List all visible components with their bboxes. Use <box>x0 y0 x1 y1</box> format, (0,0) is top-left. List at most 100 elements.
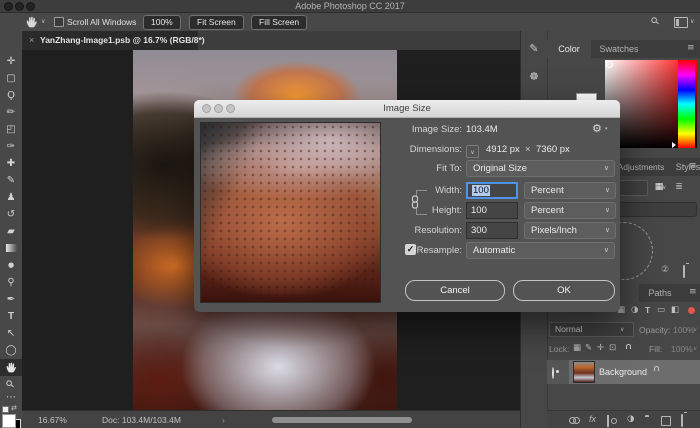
lasso-tool[interactable]: Ϙ <box>0 87 22 104</box>
image-size-preview[interactable] <box>200 122 381 303</box>
type-tool[interactable]: T <box>0 308 22 325</box>
opacity-value[interactable]: 100% <box>673 325 695 335</box>
scroll-all-windows-checkbox[interactable] <box>54 17 64 27</box>
ellipse-tool[interactable]: ◯ <box>0 342 22 359</box>
lock-transparency-icon[interactable]: ▦ <box>573 343 581 353</box>
zoom-100-button[interactable]: 100% <box>143 15 181 30</box>
fill-label: Fill: <box>649 344 662 354</box>
opacity-chevron-icon[interactable]: ∨ <box>693 326 697 333</box>
document-tab-bar: × YanZhang-Image1.psb @ 16.7% (RGB/8*) <box>0 31 520 50</box>
swap-colors-icon[interactable]: ⇄ <box>11 404 17 412</box>
resolution-unit-dropdown[interactable]: Pixels/Inch ∨ <box>524 222 616 239</box>
horizontal-scrollbar-thumb[interactable] <box>272 417 412 423</box>
quick-selection-tool[interactable]: ✏ <box>0 104 22 121</box>
lock-artboard-icon[interactable]: ⊡ <box>609 343 616 353</box>
height-unit-dropdown[interactable]: Percent ∨ <box>524 202 616 219</box>
hand-tool[interactable] <box>0 359 22 376</box>
height-unit-chevron-icon: ∨ <box>605 203 610 218</box>
brush-presets-panel-icon[interactable]: ✎ <box>523 37 545 61</box>
height-input[interactable]: 100 <box>466 202 518 219</box>
library-list-view-button[interactable]: ≣ <box>671 179 687 195</box>
workspace-chevron-icon[interactable]: ∨ <box>690 18 694 25</box>
dimensions-unit-chevron[interactable]: ∨ <box>466 145 479 158</box>
tab-swatches[interactable]: Swatches <box>591 40 647 58</box>
history-brush-tool[interactable]: ↺ <box>0 206 22 223</box>
eyedropper-tool[interactable]: ✑ <box>0 138 22 155</box>
lock-pixels-icon[interactable]: ✎ <box>585 343 592 353</box>
width-input[interactable]: 100 <box>466 182 518 199</box>
rectangular-marquee-tool[interactable]: ▢ <box>0 70 22 87</box>
tab-paths[interactable]: Paths <box>641 284 679 302</box>
library-grid-view-button[interactable]: ▦ <box>651 179 667 195</box>
spot-healing-brush-tool[interactable]: ✚ <box>0 155 22 172</box>
layer-filter-toggle[interactable] <box>688 307 695 314</box>
new-layer-icon[interactable] <box>661 416 671 426</box>
hue-slider[interactable] <box>678 60 695 148</box>
resolution-input[interactable]: 300 <box>466 222 518 239</box>
status-bar: 16.67% Doc: 103.4M/103.4M › <box>22 410 520 428</box>
dimensions-width-value: 4912 px <box>486 144 520 155</box>
clone-stamp-tool[interactable]: ♟ <box>0 189 22 206</box>
crop-tool[interactable]: ◰ <box>0 121 22 138</box>
move-tool[interactable]: ✛ <box>0 53 22 70</box>
cancel-button[interactable]: Cancel <box>405 280 505 301</box>
filter-smart-object-icon[interactable]: ◧ <box>671 305 679 315</box>
resolution-label: Resolution: <box>382 225 462 236</box>
status-popup-chevron-icon[interactable]: › <box>222 415 225 425</box>
delete-layer-icon[interactable] <box>681 414 683 427</box>
zoom-level-field[interactable]: 16.67% <box>38 415 67 425</box>
pen-tool[interactable]: ✒ <box>0 291 22 308</box>
tool-preset-chevron-icon[interactable]: ∨ <box>41 18 45 25</box>
layer-thumbnail[interactable] <box>573 361 595 383</box>
fill-value[interactable]: 100% <box>671 344 693 354</box>
foreground-color-swatch[interactable] <box>2 414 16 428</box>
eye-icon[interactable] <box>552 367 554 379</box>
layers-panel-menu-icon[interactable]: ≡ <box>689 287 697 297</box>
photoshop-window: Adobe Photoshop CC 2017 ∨ Scroll All Win… <box>0 0 700 428</box>
color-picker-marker[interactable] <box>606 61 613 68</box>
dodge-tool[interactable]: ⚲ <box>0 274 22 291</box>
library-panel-menu-icon[interactable]: ≡ <box>689 161 697 171</box>
layer-row-background[interactable]: Background <box>547 360 700 384</box>
blend-mode-dropdown[interactable]: Normal ∨ <box>549 322 634 337</box>
zoom-tool[interactable]: ⚲ <box>0 376 22 393</box>
resample-label: Resample: <box>382 245 462 256</box>
default-colors-icon[interactable] <box>2 406 9 413</box>
filter-shape-layers-icon[interactable]: ▭ <box>657 305 665 315</box>
resample-dropdown[interactable]: Automatic ∨ <box>466 242 615 259</box>
color-panel-menu-icon[interactable]: ≡ <box>687 43 695 53</box>
image-size-dialog: Image Size ⚙ ▾ Image Size: 103.4M Dimens… <box>194 100 620 312</box>
brush-tool[interactable]: ✎ <box>0 172 22 189</box>
library-sync-status-icon[interactable]: ② <box>661 265 669 275</box>
lock-position-icon[interactable]: ✛ <box>597 343 604 353</box>
document-tab[interactable]: × YanZhang-Image1.psb @ 16.7% (RGB/8*) <box>22 31 198 50</box>
layer-style-icon[interactable]: fx <box>589 414 596 424</box>
layer-name[interactable]: Background <box>599 367 647 377</box>
filter-type-layers-icon[interactable]: T <box>645 305 650 315</box>
ok-button[interactable]: OK <box>513 280 615 301</box>
eraser-tool[interactable]: ▰ <box>0 223 22 240</box>
add-mask-icon[interactable] <box>607 415 609 427</box>
adjustments-panel-icon[interactable]: ☸ <box>523 65 545 89</box>
fill-chevron-icon[interactable]: ∨ <box>693 345 697 352</box>
tab-color[interactable]: Color <box>547 40 591 58</box>
workspace-layout-icon[interactable] <box>674 17 688 28</box>
dialog-titlebar[interactable]: Image Size <box>194 100 620 118</box>
app-titlebar[interactable]: Adobe Photoshop CC 2017 <box>0 0 700 13</box>
filter-adjustment-layers-icon[interactable]: ◑ <box>631 305 638 315</box>
width-unit-dropdown[interactable]: Percent ∨ <box>524 182 616 199</box>
close-document-icon[interactable]: × <box>29 31 34 50</box>
fill-screen-button[interactable]: Fill Screen <box>251 15 307 30</box>
blur-tool[interactable]: ● <box>0 257 22 274</box>
layer-visibility-cell[interactable] <box>547 360 569 384</box>
fit-to-dropdown[interactable]: Original Size ∨ <box>466 160 615 177</box>
hue-slider-marker[interactable] <box>672 142 676 148</box>
adjustment-layer-icon[interactable]: ◑ <box>627 414 634 424</box>
library-delete-icon[interactable] <box>683 265 685 278</box>
tab-adjustments[interactable]: Adjustments <box>611 158 671 176</box>
search-icon[interactable]: ⚲ <box>649 15 662 28</box>
fit-screen-button[interactable]: Fit Screen <box>189 15 244 30</box>
path-selection-tool[interactable]: ↖ <box>0 325 22 342</box>
gradient-tool[interactable] <box>0 240 22 257</box>
dialog-gear-icon[interactable]: ⚙ <box>592 122 602 135</box>
